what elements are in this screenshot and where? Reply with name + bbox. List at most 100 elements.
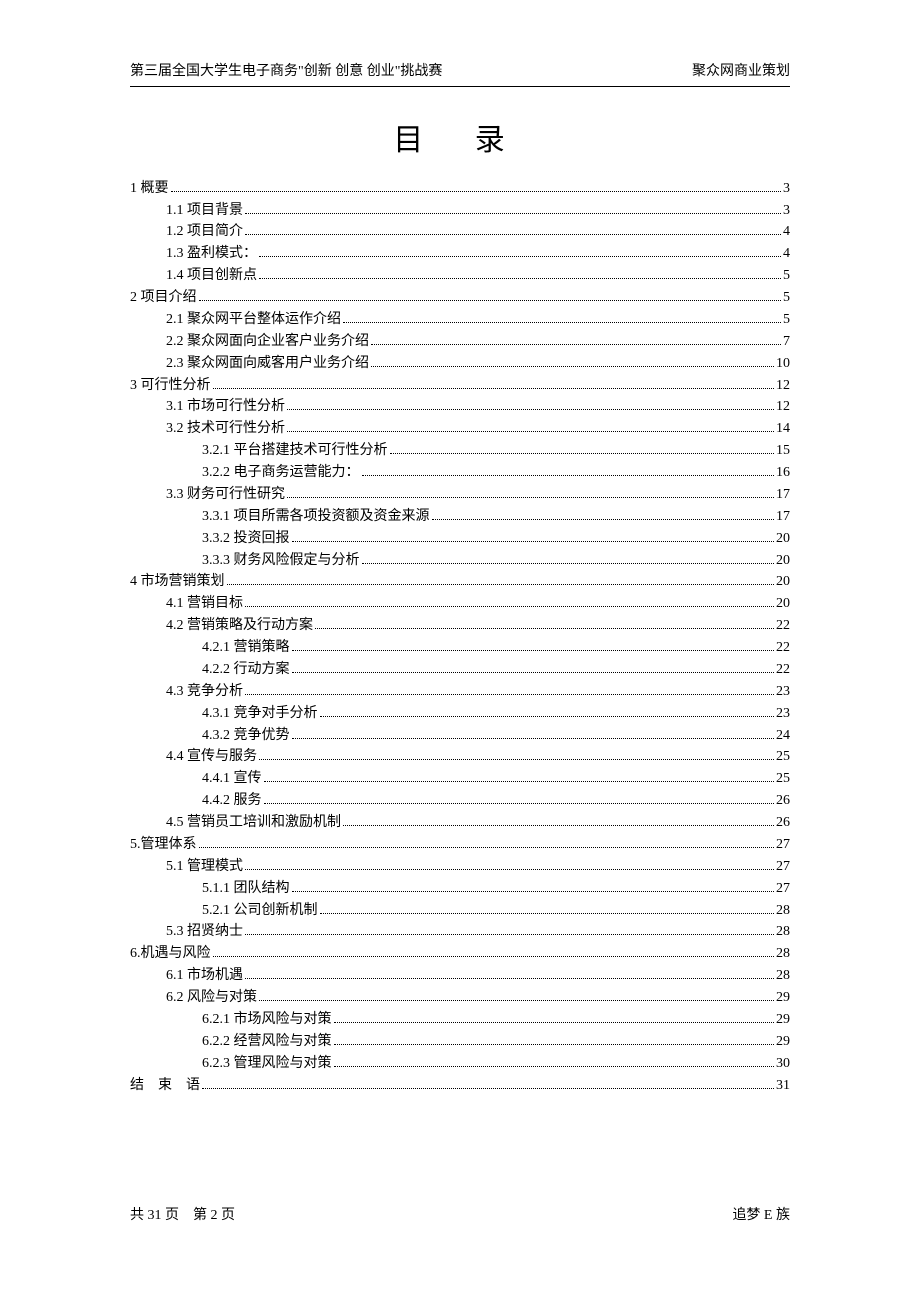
toc-entry-label: 结 束 语 [130, 1079, 200, 1093]
toc-entry-label: 6.2.1 市场风险与对策 [202, 1013, 332, 1027]
toc-leader-dots [259, 990, 774, 1002]
toc-entry-page: 30 [776, 1057, 790, 1071]
toc-entry-label: 4.4.1 宣传 [202, 772, 262, 786]
toc-entry-label: 4.3.2 竞争优势 [202, 729, 290, 743]
toc-entry-page: 20 [776, 575, 790, 589]
toc-entry: 4.3 竞争分析23 [130, 680, 790, 702]
toc-entry: 1 概要3 [130, 177, 790, 199]
toc-entry-label: 1.1 项目背景 [166, 204, 243, 218]
toc-entry-page: 29 [776, 991, 790, 1005]
toc-entry-page: 5 [783, 291, 790, 305]
toc-leader-dots [287, 399, 774, 411]
toc-leader-dots [171, 180, 782, 192]
toc-entry-page: 28 [776, 925, 790, 939]
footer-right: 追梦 E 族 [732, 1204, 790, 1224]
toc-entry-label: 3.2 技术可行性分析 [166, 422, 285, 436]
toc-entry-label: 4.4 宣传与服务 [166, 750, 257, 764]
running-header: 第三届全国大学生电子商务"创新 创意 创业"挑战赛 聚众网商业策划 [130, 60, 790, 87]
toc-entry-label: 1 概要 [130, 182, 169, 196]
toc-leader-dots [343, 311, 781, 323]
toc-entry-label: 4.2.1 营销策略 [202, 641, 290, 655]
toc-entry-page: 20 [776, 597, 790, 611]
toc-leader-dots [245, 858, 774, 870]
toc-leader-dots [320, 902, 775, 914]
toc-entry-page: 29 [776, 1035, 790, 1049]
toc-entry-label: 4.3 竞争分析 [166, 685, 243, 699]
toc-entry: 6.1 市场机遇28 [130, 965, 790, 987]
toc-entry-page: 29 [776, 1013, 790, 1027]
toc-entry-page: 15 [776, 444, 790, 458]
toc-entry-label: 6.1 市场机遇 [166, 969, 243, 983]
toc-entry-label: 1.4 项目创新点 [166, 269, 257, 283]
toc-entry-page: 28 [776, 904, 790, 918]
toc-entry: 4.2 营销策略及行动方案 22 [130, 615, 790, 637]
toc-leader-dots [432, 508, 775, 520]
toc-entry-label: 1.3 盈利模式： [166, 247, 257, 261]
toc-entry-page: 12 [776, 379, 790, 393]
toc-entry: 3.3 财务可行性研究 17 [130, 483, 790, 505]
toc-entry-page: 4 [783, 247, 790, 261]
toc-entry-label: 3.3 财务可行性研究 [166, 488, 285, 502]
toc-entry: 3.3.2 投资回报20 [130, 527, 790, 549]
toc-entry-label: 5.1 管理模式 [166, 860, 243, 874]
toc-leader-dots [245, 968, 774, 980]
toc-entry: 2.2 聚众网面向企业客户业务介绍7 [130, 330, 790, 352]
toc-entry-page: 17 [776, 510, 790, 524]
toc-entry-label: 2.3 聚众网面向威客用户业务介绍 [166, 357, 369, 371]
toc-entry-page: 5 [783, 313, 790, 327]
toc-leader-dots [371, 355, 774, 367]
toc-entry: 结 束 语 31 [130, 1074, 790, 1096]
toc-entry: 5.1.1 团队结构 27 [130, 877, 790, 899]
toc-entry-page: 26 [776, 816, 790, 830]
toc-entry: 4.4.2 服务26 [130, 790, 790, 812]
toc-entry-page: 22 [776, 641, 790, 655]
toc-entry-page: 12 [776, 400, 790, 414]
toc-entry: 4.3.2 竞争优势24 [130, 724, 790, 746]
toc-entry: 2.3 聚众网面向威客用户业务介绍10 [130, 352, 790, 374]
toc-entry-label: 5.3 招贤纳士 [166, 925, 243, 939]
toc-leader-dots [259, 749, 774, 761]
footer-left: 共 31 页 第 2 页 [130, 1204, 235, 1224]
toc-entry: 3.3.1 项目所需各项投资额及资金来源17 [130, 505, 790, 527]
toc-entry-label: 3.2.1 平台搭建技术可行性分析 [202, 444, 388, 458]
toc-leader-dots [334, 1055, 775, 1067]
toc-entry-page: 28 [776, 947, 790, 961]
toc-entry-label: 4.2.2 行动方案 [202, 663, 290, 677]
document-title: 目 录 [130, 115, 790, 159]
toc-entry: 6.2.1 市场风险与对策 29 [130, 1008, 790, 1030]
toc-entry-page: 14 [776, 422, 790, 436]
toc-leader-dots [245, 224, 781, 236]
toc-leader-dots [213, 377, 775, 389]
toc-entry-label: 4.5 营销员工培训和激励机制 [166, 816, 341, 830]
toc-entry: 4.5 营销员工培训和激励机制 26 [130, 811, 790, 833]
toc-entry-label: 5.管理体系 [130, 838, 197, 852]
toc-entry: 5.管理体系27 [130, 833, 790, 855]
toc-entry: 3.3.3 财务风险假定与分析 20 [130, 549, 790, 571]
toc-entry: 3.2.2 电子商务运营能力：16 [130, 461, 790, 483]
toc-entry-label: 3.3.3 财务风险假定与分析 [202, 554, 360, 568]
toc-leader-dots [245, 683, 774, 695]
toc-entry-page: 20 [776, 554, 790, 568]
toc-entry: 4.2.2 行动方案22 [130, 658, 790, 680]
toc-entry-label: 6.2.2 经营风险与对策 [202, 1035, 332, 1049]
toc-entry-label: 4.2 营销策略及行动方案 [166, 619, 313, 633]
toc-entry-label: 1.2 项目简介 [166, 225, 243, 239]
toc-leader-dots [334, 1011, 775, 1023]
toc-entry-page: 22 [776, 619, 790, 633]
page: 第三届全国大学生电子商务"创新 创意 创业"挑战赛 聚众网商业策划 目 录 1 … [0, 0, 920, 1302]
toc-leader-dots [245, 924, 774, 936]
toc-entry-page: 17 [776, 488, 790, 502]
toc-entry: 6.2.3 管理风险与对策30 [130, 1052, 790, 1074]
toc-entry: 4.2.1 营销策略 22 [130, 636, 790, 658]
toc-entry-label: 4.4.2 服务 [202, 794, 262, 808]
toc-entry-page: 25 [776, 750, 790, 764]
toc-leader-dots [287, 421, 774, 433]
toc-entry: 4 市场营销策划20 [130, 571, 790, 593]
toc-entry-page: 27 [776, 882, 790, 896]
toc-leader-dots [292, 661, 775, 673]
toc-entry-label: 5.1.1 团队结构 [202, 882, 290, 896]
toc-entry-label: 3.2.2 电子商务运营能力： [202, 466, 360, 480]
toc-entry-label: 2 项目介绍 [130, 291, 197, 305]
toc-entry: 3.2 技术可行性分析 14 [130, 418, 790, 440]
toc-entry-page: 31 [776, 1079, 790, 1093]
